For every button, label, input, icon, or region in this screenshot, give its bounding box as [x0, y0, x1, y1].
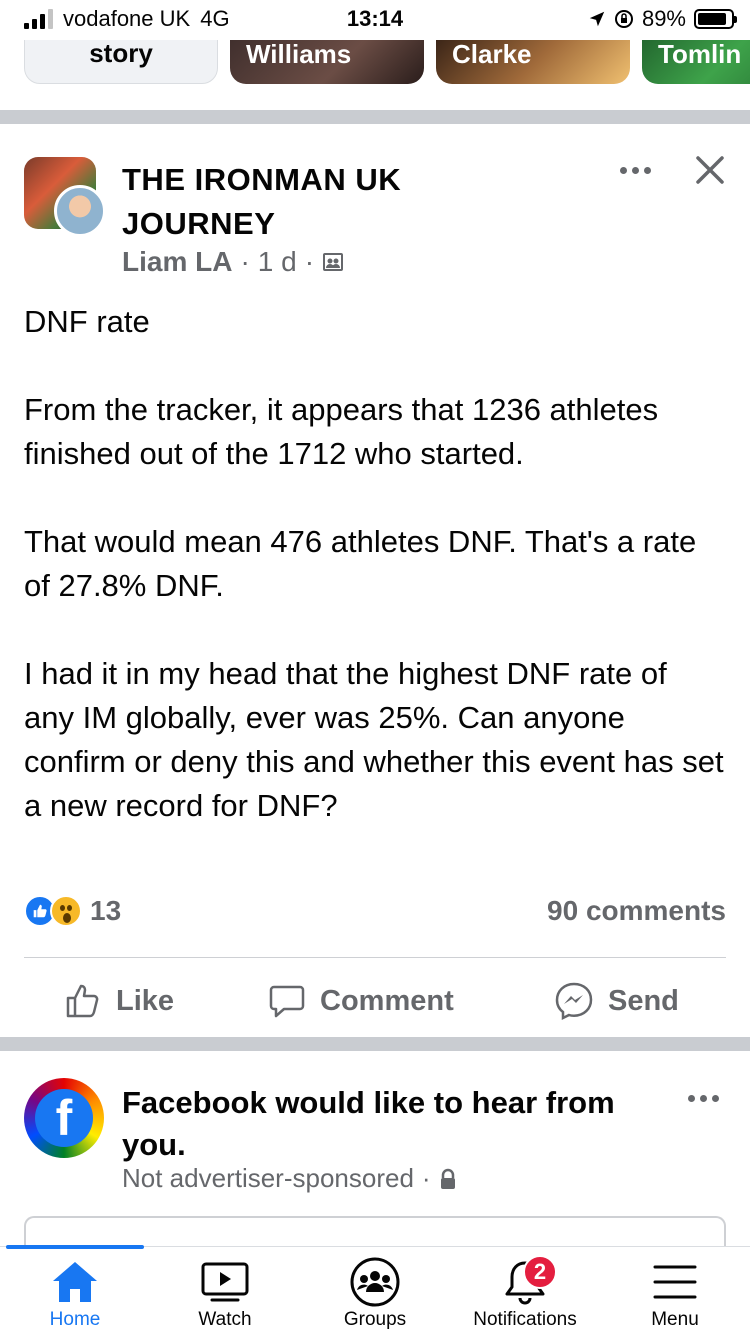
comment-button[interactable]: Comment — [268, 975, 454, 1027]
video-play-icon — [201, 1262, 249, 1302]
tab-label: Notifications — [473, 1309, 577, 1330]
meta-separator: · — [421, 1163, 431, 1193]
location-arrow-icon — [589, 11, 605, 27]
lock-icon — [440, 1168, 455, 1189]
close-icon[interactable] — [690, 150, 730, 190]
post-paragraph: That would mean 476 athletes DNF. That's… — [24, 524, 697, 603]
survey-subtitle-row: Not advertiser-sponsored · — [122, 1163, 457, 1194]
reaction-count: 13 — [90, 895, 122, 926]
bottom-tab-bar: Home Watch Groups 2 Notifications Menu — [0, 1245, 750, 1334]
groups-icon — [350, 1257, 400, 1307]
post-group-name[interactable]: THE IRONMAN UK JOURNEY — [122, 158, 542, 246]
post-paragraph: From the tracker, it appears that 1236 a… — [24, 392, 659, 471]
author-avatar[interactable] — [54, 185, 106, 237]
send-label: Send — [608, 984, 679, 1017]
post-time[interactable]: 1 d — [258, 246, 297, 278]
status-right: 89% — [588, 6, 737, 32]
action-divider — [24, 957, 726, 958]
survey-title[interactable]: Facebook would like to hear from you. — [122, 1082, 682, 1166]
tab-label: Menu — [651, 1309, 699, 1330]
feed-separator — [0, 1037, 750, 1051]
post-body: DNF rate From the tracker, it appears th… — [24, 300, 724, 828]
reactions-summary[interactable]: 13 — [24, 895, 121, 927]
survey-more-options-icon[interactable] — [688, 1092, 724, 1104]
meta-separator: · — [304, 246, 315, 277]
group-members-icon — [323, 253, 344, 271]
tab-label: Groups — [343, 1309, 407, 1330]
story-card-create[interactable]: story — [24, 40, 218, 84]
tab-groups[interactable]: Groups — [300, 1255, 450, 1331]
post-actions: Like Comment Send — [0, 975, 750, 1027]
like-label: Like — [116, 984, 175, 1017]
wow-reaction-icon — [50, 895, 82, 927]
story-card[interactable]: Tomlin — [642, 40, 750, 84]
tab-home[interactable]: Home — [0, 1255, 150, 1331]
tab-watch[interactable]: Watch — [150, 1255, 300, 1331]
tab-label: Home — [49, 1309, 101, 1330]
active-tab-indicator — [6, 1245, 144, 1249]
thumbs-up-icon — [66, 984, 99, 1018]
reaction-icons — [24, 895, 82, 927]
notifications-badge: 2 — [523, 1255, 557, 1289]
status-bar: vodafone UK 4G 13:14 89% — [0, 0, 750, 40]
story-label: Tomlin — [658, 40, 742, 69]
facebook-pride-avatar[interactable]: f — [24, 1078, 104, 1158]
story-card[interactable]: Williams — [230, 40, 424, 84]
comment-label: Comment — [320, 984, 454, 1017]
tab-menu[interactable]: Menu — [600, 1255, 750, 1331]
tab-notifications[interactable]: 2 Notifications — [450, 1255, 600, 1331]
meta-separator: · — [240, 246, 250, 277]
post-paragraph: DNF rate — [24, 304, 150, 339]
post-paragraph: I had it in my head that the highest DNF… — [24, 656, 724, 823]
battery-percent: 89% — [641, 6, 686, 31]
like-button[interactable]: Like — [64, 975, 174, 1027]
story-label: Clarke — [452, 40, 532, 69]
orientation-lock-icon — [614, 10, 633, 28]
tab-label: Watch — [198, 1309, 252, 1330]
send-button[interactable]: Send — [554, 975, 679, 1027]
survey-subtitle: Not advertiser-sponsored — [122, 1163, 414, 1193]
post-meta: Liam LA · 1 d · — [122, 246, 344, 278]
feed-separator — [0, 110, 750, 124]
battery-icon — [694, 9, 737, 29]
story-label: story — [89, 40, 153, 68]
post-more-options-icon[interactable] — [620, 160, 658, 180]
story-card[interactable]: Clarke — [436, 40, 630, 84]
hamburger-menu-icon — [653, 1265, 697, 1299]
comment-bubble-icon — [269, 985, 305, 1018]
stories-strip[interactable]: story Williams Clarke Tomlin — [0, 40, 750, 100]
post-author[interactable]: Liam LA — [122, 246, 232, 278]
story-label: Williams — [246, 40, 352, 69]
messenger-icon — [555, 982, 593, 1021]
home-icon — [53, 1262, 97, 1302]
comments-count[interactable]: 90 comments — [547, 895, 726, 927]
facebook-logo-icon: f — [35, 1089, 93, 1147]
